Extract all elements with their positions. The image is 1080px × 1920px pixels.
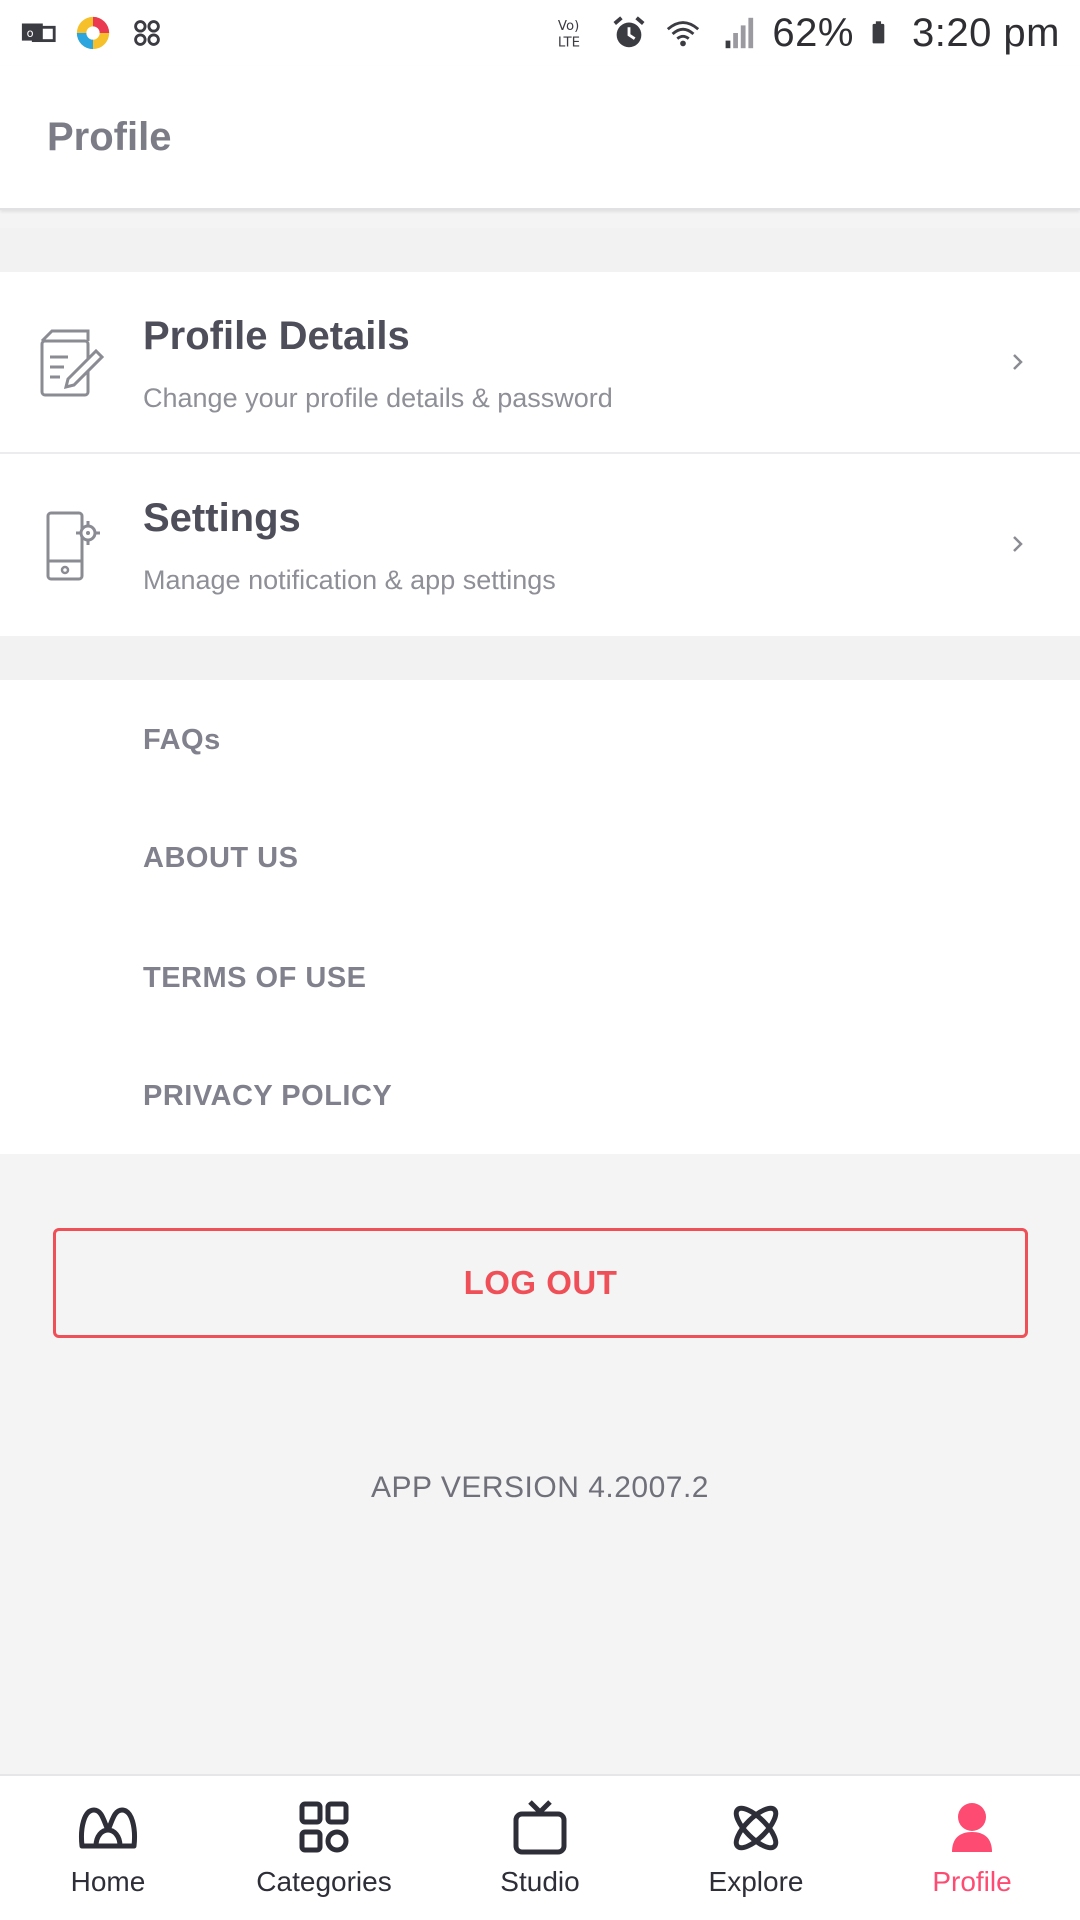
svg-text:o: o	[27, 26, 34, 40]
about-us-link[interactable]: ABOUT US	[143, 842, 298, 875]
profile-details-title: Profile Details	[143, 314, 410, 358]
settings-row[interactable]: Settings Manage notification & app setti…	[0, 454, 1080, 636]
battery-icon	[872, 21, 885, 44]
nav-profile-label: Profile	[932, 1866, 1012, 1897]
home-logo-icon	[79, 1807, 137, 1849]
nav-studio[interactable]: Studio	[432, 1776, 648, 1920]
svg-text:Vo): Vo)	[558, 19, 579, 34]
categories-grid-icon	[299, 1801, 349, 1853]
app-version: APP VERSION 4.2007.2	[371, 1471, 709, 1504]
nav-explore[interactable]: Explore	[648, 1776, 864, 1920]
info-links: FAQs ABOUT US TERMS OF USE PRIVACY POLIC…	[0, 680, 1080, 1154]
cluster-app-icon	[134, 20, 160, 46]
wifi-icon	[667, 21, 700, 47]
clock: 3:20 pm	[911, 10, 1060, 55]
mail-notification-icon: o	[21, 23, 56, 43]
profile-details-row[interactable]: Profile Details Change your profile deta…	[0, 272, 1080, 454]
page-title: Profile	[47, 114, 172, 159]
nav-categories-label: Categories	[256, 1866, 392, 1897]
profile-details-subtitle: Change your profile details & password	[143, 383, 613, 413]
status-left-icons: o	[20, 14, 166, 52]
settings-subtitle: Manage notification & app settings	[143, 565, 556, 595]
alarm-icon	[613, 16, 645, 48]
settings-title: Settings	[143, 496, 301, 540]
tv-icon	[513, 1800, 567, 1855]
chevron-right-icon	[1013, 536, 1023, 552]
settings-text: Settings Manage notification & app setti…	[143, 496, 556, 596]
colorful-app-icon	[76, 16, 110, 50]
nav-home[interactable]: Home	[0, 1776, 216, 1920]
edit-document-icon	[40, 329, 105, 397]
terms-of-use-link[interactable]: TERMS OF USE	[143, 962, 367, 995]
app-bar: Profile	[0, 66, 1080, 210]
profile-icon	[952, 1803, 992, 1852]
status-right: Vo) LTE 62% 3:20 pm	[556, 11, 1060, 56]
volte-icon: Vo) LTE	[558, 19, 580, 50]
explore-icon	[733, 1805, 779, 1851]
nav-home-label: Home	[70, 1866, 146, 1897]
phone-settings-icon	[46, 511, 100, 581]
privacy-policy-link[interactable]: PRIVACY POLICY	[143, 1080, 392, 1113]
status-bar: o Vo) LTE 62% 3:20 pm	[0, 0, 1080, 66]
battery-percent: 62%	[772, 10, 854, 55]
nav-explore-label: Explore	[708, 1866, 804, 1897]
signal-icon	[726, 17, 754, 49]
profile-details-text: Profile Details Change your profile deta…	[143, 314, 613, 414]
bottom-nav: Home Categories Studio Explore Profile	[0, 1774, 1080, 1920]
nav-categories[interactable]: Categories	[216, 1776, 432, 1920]
faqs-link[interactable]: FAQs	[143, 724, 221, 757]
section-divider	[0, 228, 1080, 272]
section-divider	[0, 636, 1080, 680]
svg-text:LTE: LTE	[558, 35, 580, 50]
chevron-right-icon	[1013, 354, 1023, 370]
logout-button[interactable]: LOG OUT	[53, 1228, 1028, 1338]
nav-profile[interactable]: Profile	[864, 1776, 1080, 1920]
nav-studio-label: Studio	[500, 1866, 580, 1897]
